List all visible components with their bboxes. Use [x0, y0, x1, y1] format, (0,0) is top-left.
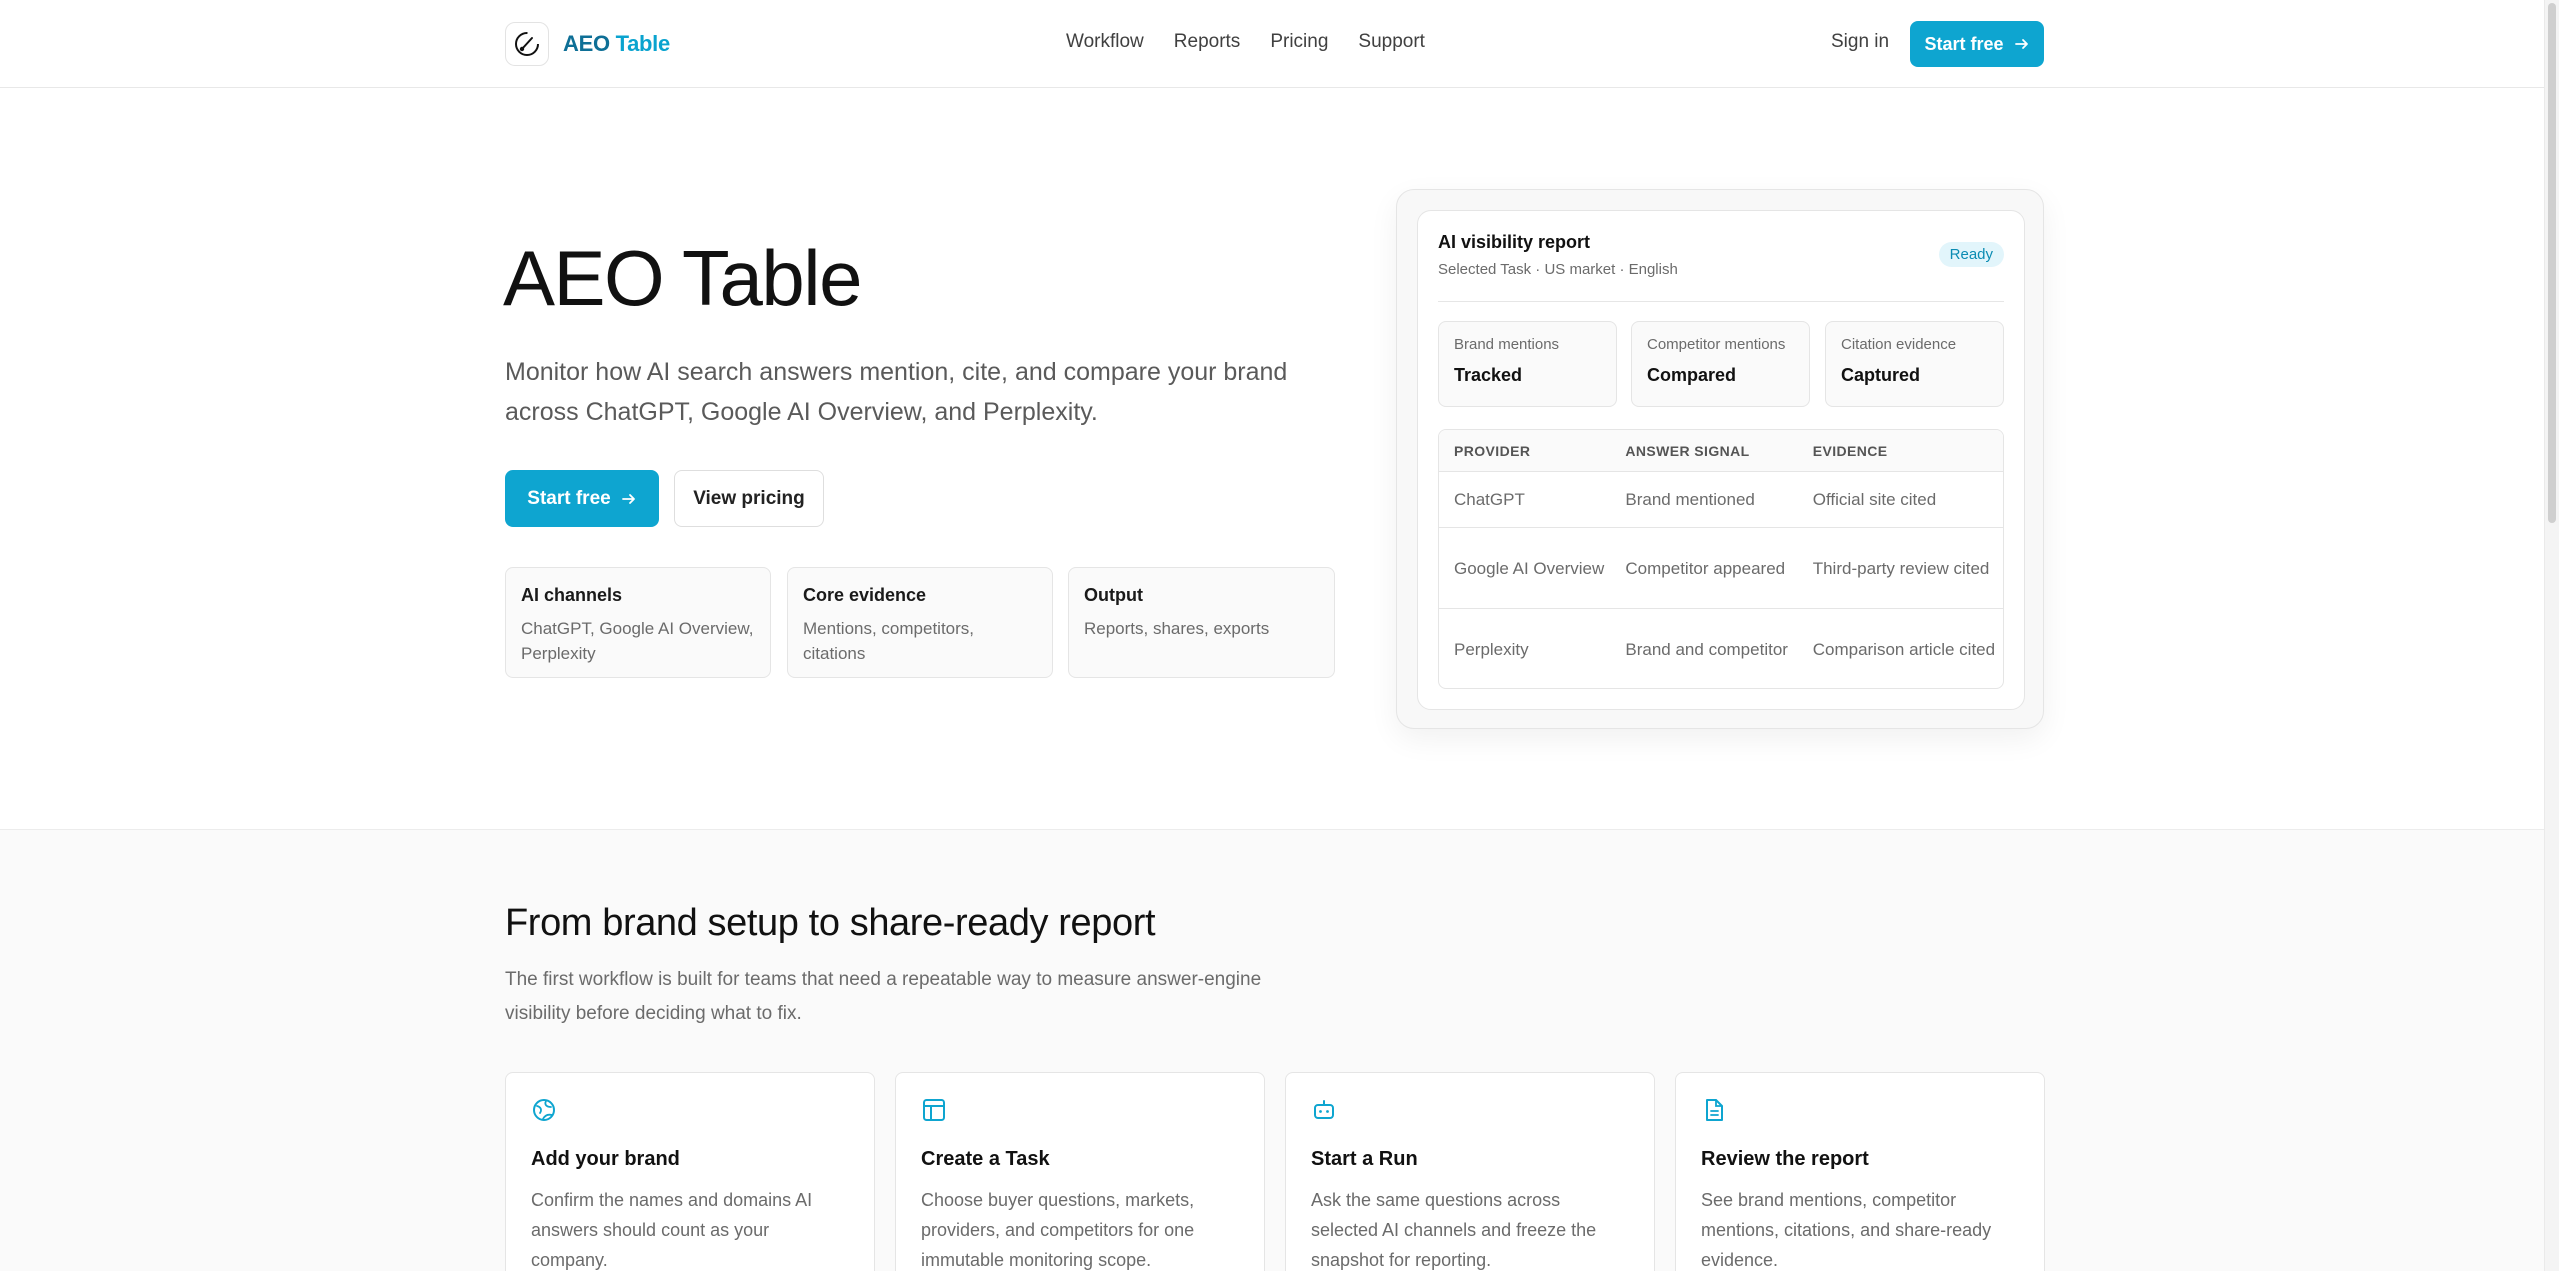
- step-desc: See brand mentions, competitor mentions,…: [1701, 1190, 1992, 1270]
- table-row: ChatGPT Brand mentioned Official site ci…: [1439, 472, 2003, 528]
- brand-name-part1: AEO: [563, 31, 610, 56]
- column-header-evidence: EVIDENCE: [1812, 443, 1888, 459]
- step-title: Review the report: [1701, 1148, 1869, 1170]
- hero-start-free-button[interactable]: Start free: [505, 470, 659, 527]
- bot-icon: [1314, 1100, 1334, 1119]
- status-badge: Ready: [1938, 242, 2004, 267]
- column-header-answer-signal: ANSWER SIGNAL: [1625, 443, 1750, 459]
- view-pricing-button[interactable]: View pricing: [674, 470, 824, 527]
- feature-title: Core evidence: [803, 585, 927, 605]
- metric-label: Competitor mentions: [1647, 336, 1786, 353]
- hero-subtitle: Monitor how AI search answers mention, c…: [505, 358, 1288, 426]
- divider: [1438, 301, 2004, 302]
- nav-reports[interactable]: Reports: [1174, 31, 1241, 53]
- provider-table: PROVIDER ANSWER SIGNAL EVIDENCE ChatGPT …: [1438, 429, 2004, 689]
- feature-card-ai-channels: AI channels ChatGPT, Google AI Overview,…: [505, 567, 771, 678]
- hero-title: AEO Table: [503, 234, 862, 322]
- page-scrollbar[interactable]: [2544, 0, 2559, 1271]
- cell-evidence: Comparison article cited: [1812, 639, 1996, 659]
- feature-title: Output: [1084, 585, 1143, 605]
- table-row: Perplexity Brand and competitor Comparis…: [1439, 609, 2003, 688]
- logo-icon: [505, 22, 549, 66]
- table-row: Google AI Overview Competitor appeared T…: [1439, 528, 2003, 609]
- brand-name-part2: Table: [615, 31, 671, 56]
- metric-citation-evidence: Citation evidence Captured: [1825, 321, 2004, 407]
- feature-desc: ChatGPT, Google AI Overview, Perplexity: [521, 619, 754, 663]
- globe-icon: [533, 1099, 555, 1121]
- workflow-section: From brand setup to share-ready report T…: [0, 829, 2544, 1271]
- arrow-right-icon: [2014, 39, 2028, 49]
- table-header: PROVIDER ANSWER SIGNAL EVIDENCE: [1439, 430, 2003, 472]
- feature-title: AI channels: [521, 585, 623, 605]
- metric-brand-mentions: Brand mentions Tracked: [1438, 321, 1617, 407]
- step-card-review-report: Review the report See brand mentions, co…: [1675, 1072, 2045, 1271]
- cell-answer-signal: Competitor appeared: [1625, 558, 1786, 578]
- cell-provider: Perplexity: [1454, 639, 1529, 659]
- feature-card-core-evidence: Core evidence Mentions, competitors, cit…: [787, 567, 1053, 678]
- cell-provider: ChatGPT: [1454, 490, 1525, 509]
- page: AEO Table Workflow Reports Pricing Suppo…: [0, 0, 2559, 1271]
- header-start-free-button[interactable]: Start free: [1910, 21, 2044, 67]
- main-nav: Workflow Reports Pricing Support: [1066, 31, 1425, 53]
- file-text-icon: [1706, 1099, 1723, 1121]
- report-subtitle: Selected Task · US market · English: [1438, 261, 1678, 278]
- metric-value: Compared: [1647, 365, 1737, 385]
- nav-support[interactable]: Support: [1358, 31, 1425, 53]
- cell-answer-signal: Brand and competitor: [1625, 639, 1788, 659]
- column-header-provider: PROVIDER: [1454, 443, 1531, 459]
- header-start-free-label: Start free: [1924, 33, 2004, 54]
- metric-value: Tracked: [1454, 365, 1523, 385]
- step-title: Create a Task: [921, 1148, 1050, 1170]
- step-title: Add your brand: [531, 1148, 680, 1170]
- feature-card-output: Output Reports, shares, exports: [1068, 567, 1335, 678]
- sign-in-link[interactable]: Sign in: [1831, 31, 1889, 53]
- hero-start-free-label: Start free: [527, 487, 611, 509]
- workflow-title: From brand setup to share-ready report: [505, 902, 1156, 944]
- brand-name: AEO Table: [563, 31, 670, 57]
- step-desc: Ask the same questions across selected A…: [1311, 1190, 1597, 1270]
- nav-pricing[interactable]: Pricing: [1270, 31, 1328, 53]
- metric-value: Captured: [1841, 365, 1921, 385]
- feature-desc: Reports, shares, exports: [1084, 619, 1270, 638]
- metric-label: Citation evidence: [1841, 336, 1957, 353]
- step-desc: Confirm the names and domains AI answers…: [531, 1190, 813, 1270]
- feature-desc: Mentions, competitors, citations: [803, 619, 975, 663]
- cell-evidence: Third-party review cited: [1812, 558, 1990, 578]
- top-nav-bar: AEO Table Workflow Reports Pricing Suppo…: [0, 0, 2544, 88]
- step-card-create-task: Create a Task Choose buyer questions, ma…: [895, 1072, 1265, 1271]
- step-card-add-brand: Add your brand Confirm the names and dom…: [505, 1072, 875, 1271]
- metric-label: Brand mentions: [1454, 336, 1560, 353]
- nav-workflow[interactable]: Workflow: [1066, 31, 1144, 53]
- step-desc: Choose buyer questions, markets, provide…: [921, 1190, 1195, 1270]
- cell-answer-signal: Brand mentioned: [1625, 490, 1755, 509]
- report-panel: AI visibility report Selected Task · US …: [1417, 210, 2025, 710]
- metric-competitor-mentions: Competitor mentions Compared: [1631, 321, 1810, 407]
- step-title: Start a Run: [1311, 1148, 1418, 1170]
- report-title: AI visibility report: [1438, 232, 1591, 252]
- layout-icon: [923, 1099, 945, 1121]
- cell-provider: Google AI Overview: [1454, 558, 1605, 578]
- report-preview-card: AI visibility report Selected Task · US …: [1396, 189, 2044, 729]
- workflow-subtitle: The first workflow is built for teams th…: [505, 969, 1262, 1024]
- cell-evidence: Official site cited: [1812, 490, 1937, 509]
- brand-logo-link[interactable]: AEO Table: [505, 22, 670, 66]
- scrollbar-thumb[interactable]: [2548, 3, 2556, 523]
- step-card-start-run: Start a Run Ask the same questions acros…: [1285, 1072, 1655, 1271]
- arrow-right-icon: [621, 493, 635, 504]
